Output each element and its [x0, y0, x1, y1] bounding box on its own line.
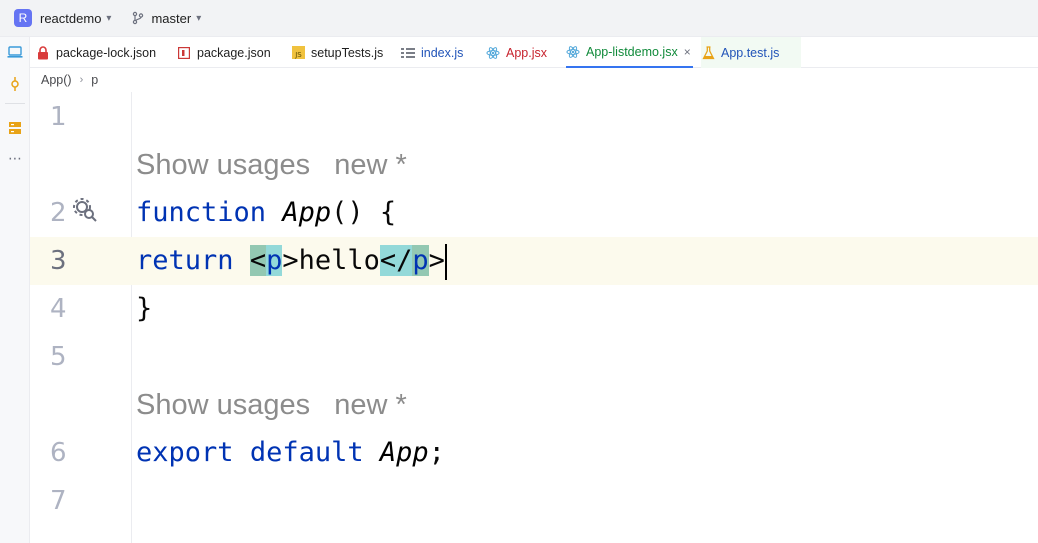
line-number: 7 — [50, 486, 67, 516]
commit-icon[interactable] — [6, 75, 24, 93]
tab-label: package-lock.json — [56, 45, 157, 60]
tag-bracket: > — [428, 245, 445, 276]
inlay-hint-row: Show usages new * — [30, 381, 1038, 429]
svg-text:JS: JS — [294, 51, 302, 59]
keyword: default — [249, 437, 364, 468]
branch-name[interactable]: master — [151, 11, 191, 26]
line-number: 4 — [50, 294, 67, 324]
component-search-icon[interactable] — [72, 197, 98, 223]
title-bar: R reactdemo ▾ master ▾ — [0, 0, 1038, 37]
tab-label: setupTests.js — [311, 45, 384, 60]
project-view-icon[interactable] — [6, 43, 24, 61]
editor-tabs: package-lock.json package.json JS setupT… — [30, 37, 1038, 68]
line-number: 1 — [50, 102, 67, 132]
code-punct: () { — [331, 197, 397, 228]
tag-bracket: > — [282, 245, 299, 276]
project-badge[interactable]: R — [14, 9, 32, 27]
line-number: 6 — [50, 438, 67, 468]
breadcrumb-item-p[interactable]: p — [91, 73, 98, 87]
list-icon — [401, 46, 415, 60]
code-line-6: 6 export default App; — [30, 429, 1038, 477]
chevron-right-icon: › — [79, 74, 84, 86]
code-line-3: 3 return <p>hello</p> — [30, 237, 1038, 285]
keyword: return — [136, 245, 234, 276]
structure-icon[interactable] — [6, 119, 24, 137]
test-flask-icon — [701, 45, 715, 60]
git-branch-icon[interactable] — [131, 11, 145, 25]
usages-hint[interactable]: Show usages new * — [136, 141, 407, 189]
project-name[interactable]: reactdemo — [40, 11, 101, 26]
js-icon: JS — [291, 46, 305, 60]
code-text: export default App; — [136, 429, 445, 477]
tab-app-jsx[interactable]: App.jsx — [486, 37, 547, 68]
keyword: export — [136, 437, 234, 468]
code-line-1: 1 — [30, 93, 1038, 141]
line-number: 3 — [50, 246, 67, 276]
tab-app-test-js[interactable]: App.test.js — [701, 37, 802, 68]
tab-package-json[interactable]: package.json — [177, 37, 271, 68]
breadcrumb: App() › p — [30, 68, 1038, 92]
code-punct: ; — [428, 437, 445, 468]
tab-label: App-listdemo.jsx — [586, 44, 678, 59]
tag-bracket: </ — [379, 245, 413, 276]
code-line-4: 4 } — [30, 285, 1038, 333]
text-caret — [444, 243, 447, 280]
tab-index-js[interactable]: index.js — [401, 37, 463, 68]
tag-name: p — [266, 245, 283, 276]
function-name: App — [282, 197, 332, 228]
divider — [5, 103, 25, 104]
npm-icon — [177, 46, 191, 60]
react-icon — [566, 45, 580, 59]
close-icon[interactable]: × — [684, 45, 691, 59]
tag-bracket: < — [249, 245, 267, 276]
left-tool-strip: ⋯ — [0, 37, 30, 543]
breadcrumb-item-app[interactable]: App() — [41, 73, 72, 87]
tab-label: package.json — [197, 45, 271, 60]
code-line-5: 5 — [30, 333, 1038, 381]
tab-app-listdemo-jsx[interactable]: App-listdemo.jsx × — [566, 37, 693, 68]
react-icon — [486, 46, 500, 60]
usages-hint[interactable]: Show usages new * — [136, 381, 407, 429]
tag-name: p — [412, 245, 429, 276]
more-icon[interactable]: ⋯ — [6, 149, 24, 167]
code-text: return <p>hello</p> — [136, 237, 447, 285]
tab-setuptests[interactable]: JS setupTests.js — [291, 37, 383, 68]
tab-label: App.jsx — [506, 45, 547, 60]
lock-file-icon — [36, 45, 50, 60]
chevron-down-icon[interactable]: ▾ — [106, 13, 111, 24]
function-name: App — [379, 437, 429, 468]
tab-label: App.test.js — [721, 45, 780, 60]
code-line-7: 7 — [30, 477, 1038, 525]
line-number: 5 — [50, 342, 67, 372]
tab-label: index.js — [421, 45, 464, 60]
keyword: function — [136, 197, 267, 228]
code-line-2: 2 function App() { — [30, 189, 1038, 237]
tab-package-lock[interactable]: package-lock.json — [36, 37, 156, 68]
chevron-down-icon[interactable]: ▾ — [196, 13, 201, 24]
code-editor[interactable]: 1 Show usages new * 2 function App() { 3… — [30, 92, 1038, 543]
code-text: } — [136, 293, 153, 324]
code-text: function App() { — [136, 189, 396, 237]
inlay-hint-row: Show usages new * — [30, 141, 1038, 189]
jsx-text: hello — [298, 245, 380, 276]
